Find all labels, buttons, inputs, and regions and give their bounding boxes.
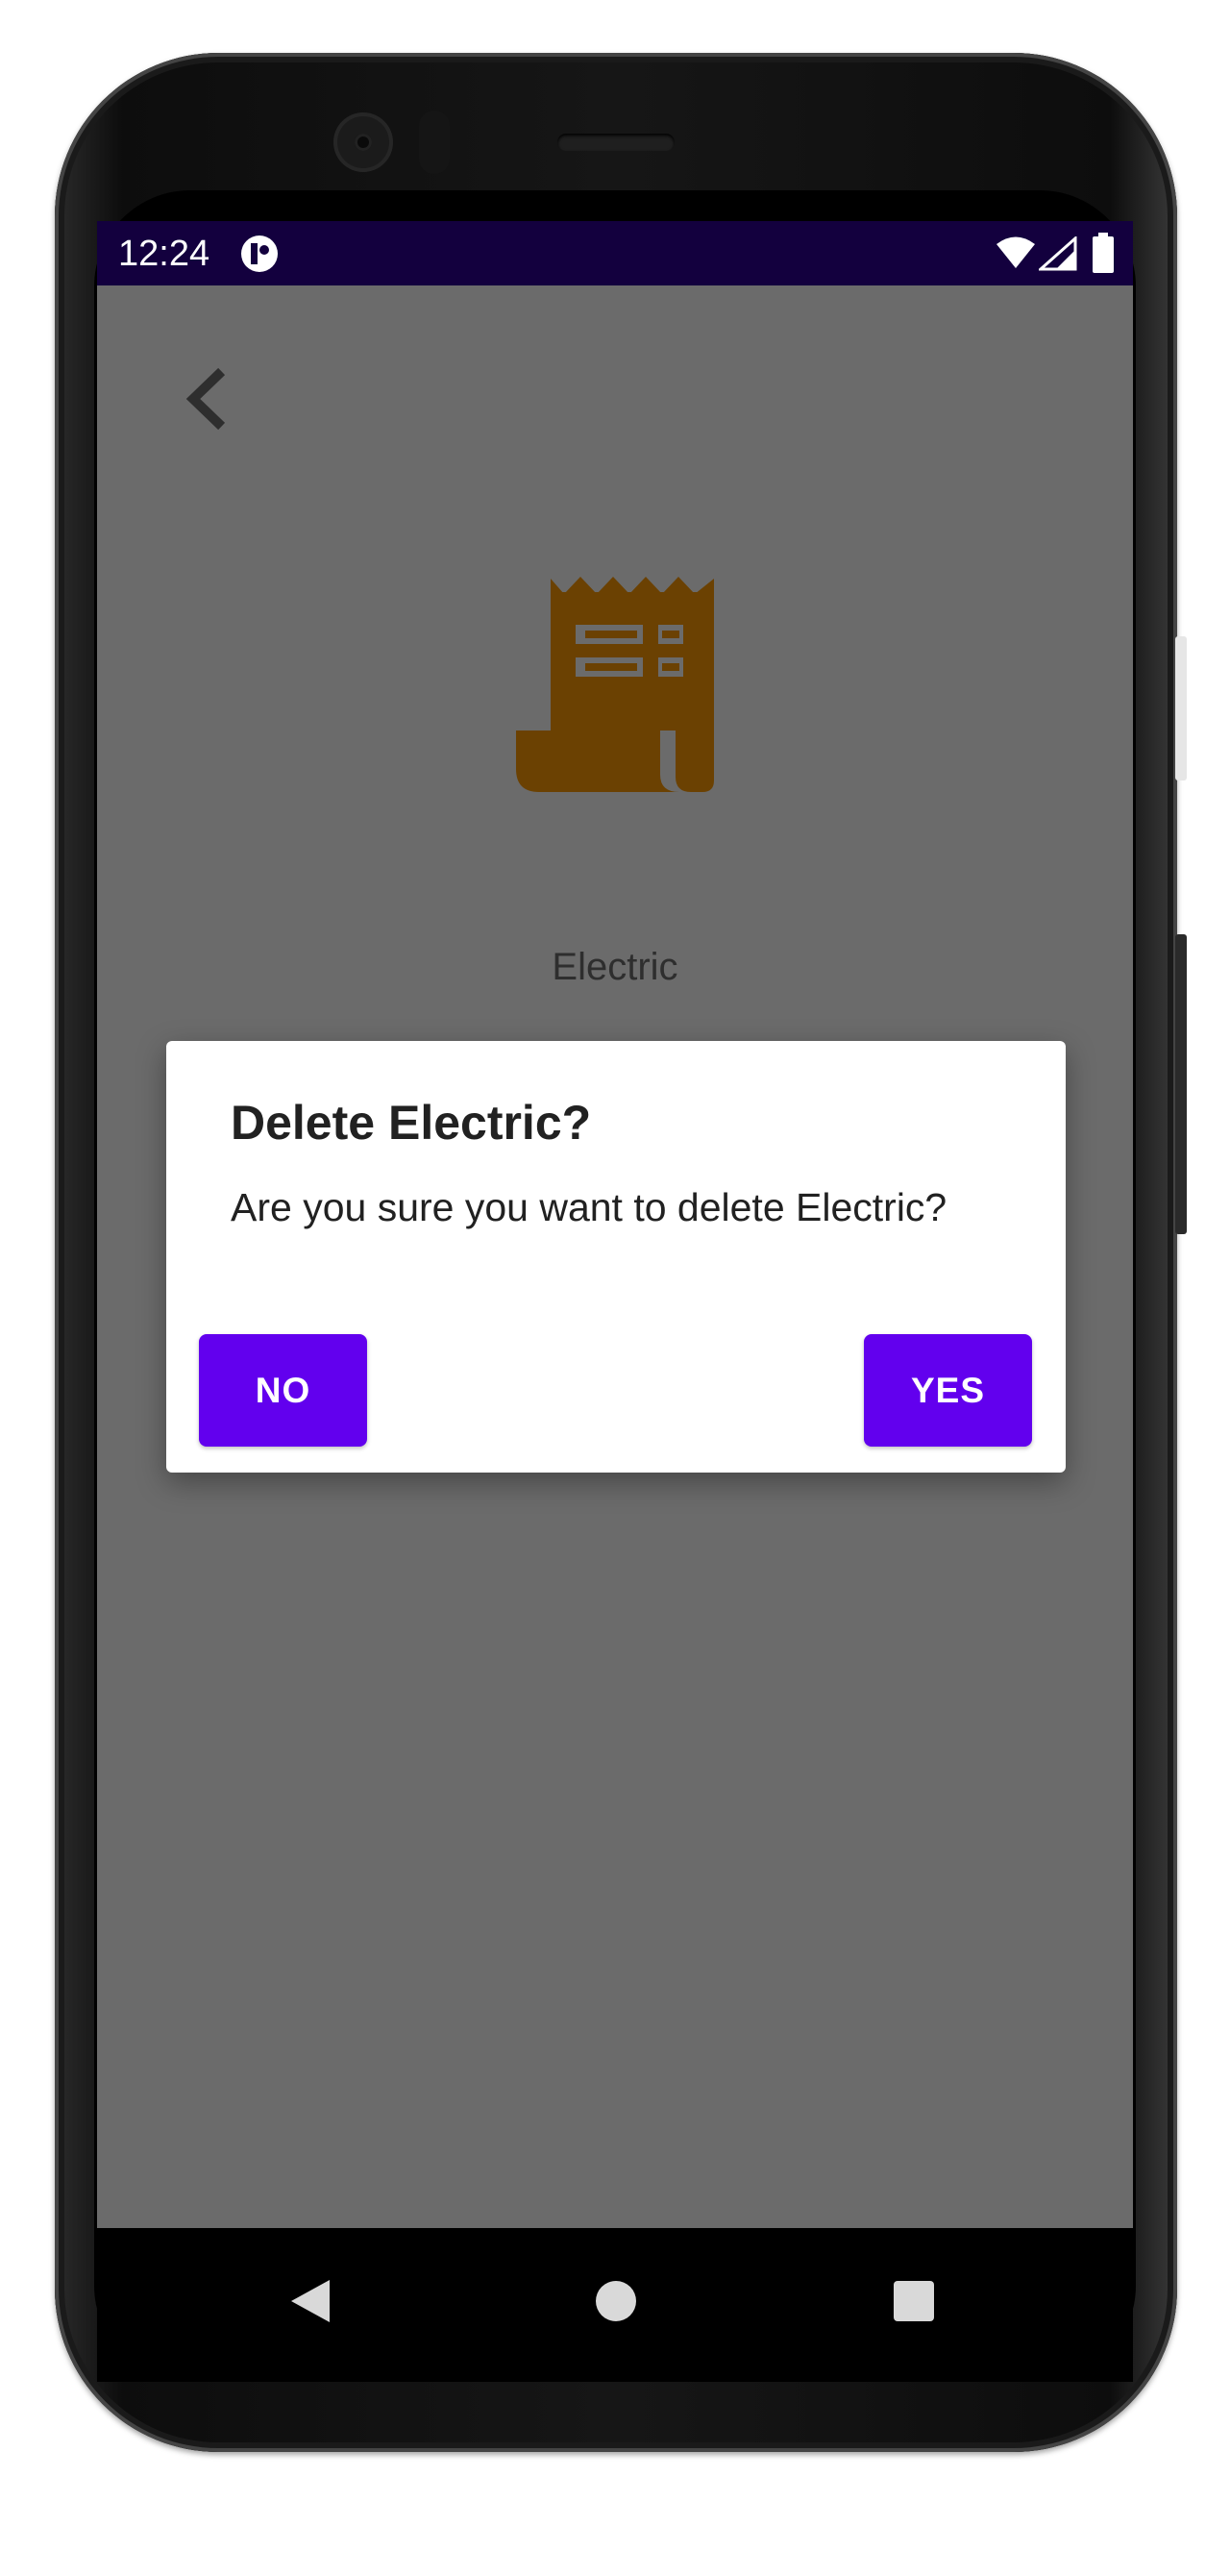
chevron-left-icon [185, 367, 226, 431]
wifi-icon [995, 235, 1037, 275]
dialog-message: Are you sure you want to delete Electric… [231, 1185, 947, 1229]
no-button[interactable]: NO [199, 1334, 367, 1447]
earpiece-speaker [557, 134, 675, 151]
receipt-icon [516, 569, 718, 797]
front-camera [333, 112, 393, 172]
dialog-title: Delete Electric? [231, 1096, 592, 1150]
nav-home-icon[interactable] [595, 2280, 637, 2327]
yes-button[interactable]: YES [864, 1334, 1032, 1447]
app-notification-icon [239, 234, 280, 279]
cell-signal-icon [1037, 235, 1077, 276]
nav-recents-icon[interactable] [893, 2280, 935, 2327]
phone-side-button-small [1175, 636, 1187, 780]
category-name: Electric [552, 946, 678, 988]
status-time: 12:24 [118, 234, 210, 274]
app-screen: 12:24 Electric Delete Electric? Are you … [97, 221, 1133, 2228]
proximity-sensor [419, 111, 450, 174]
navigation-bar [97, 2228, 1133, 2382]
nav-back-icon[interactable] [289, 2278, 332, 2329]
phone-power-button [1175, 934, 1187, 1234]
status-bar: 12:24 [97, 221, 1133, 285]
delete-confirmation-dialog: Delete Electric? Are you sure you want t… [166, 1041, 1066, 1473]
battery-icon [1093, 233, 1114, 278]
back-button[interactable] [172, 356, 239, 442]
